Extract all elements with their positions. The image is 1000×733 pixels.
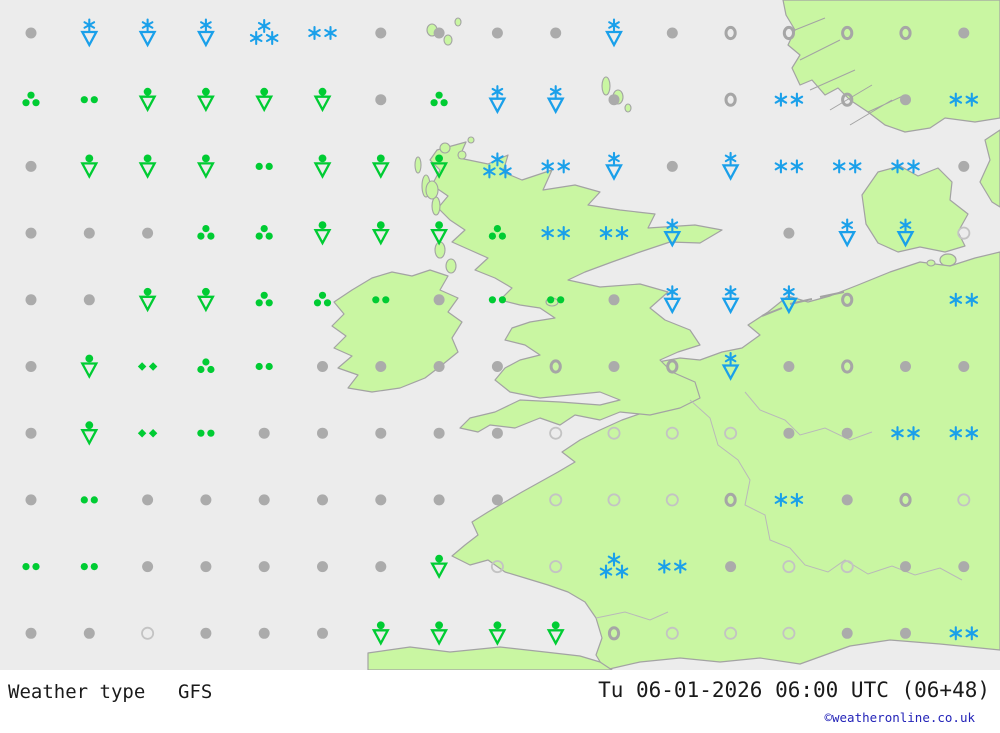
cloudy-dot-symbol (842, 428, 853, 439)
cloudy-dot-symbol (84, 628, 95, 639)
cloudy-dot-symbol (259, 494, 270, 505)
cloudy-dot-symbol (142, 228, 153, 239)
cloudy-dot-symbol (667, 161, 678, 172)
cloudy-dot-symbol (842, 494, 853, 505)
cloudy-dot-symbol (200, 494, 211, 505)
cloudy-dot-symbol (958, 561, 969, 572)
cloudy-dot-symbol (667, 28, 678, 39)
cloudy-dot-symbol (375, 428, 386, 439)
cloudy-dot-symbol (26, 361, 37, 372)
cloudy-dot-symbol (26, 628, 37, 639)
cloudy-dot-symbol (492, 428, 503, 439)
cloudy-dot-symbol (492, 494, 503, 505)
cloudy-dot-symbol (26, 161, 37, 172)
cloudy-dot-symbol (317, 428, 328, 439)
cloudy-dot-symbol (492, 361, 503, 372)
cloudy-dot-symbol (783, 428, 794, 439)
cloudy-dot-symbol (317, 494, 328, 505)
cloudy-dot-symbol (434, 494, 445, 505)
cloudy-dot-symbol (375, 561, 386, 572)
cloudy-dot-symbol (958, 28, 969, 39)
cloudy-dot-symbol (317, 628, 328, 639)
cloudy-dot-symbol (492, 28, 503, 39)
cloudy-dot-symbol (26, 494, 37, 505)
cloudy-dot-symbol (434, 361, 445, 372)
cloudy-dot-symbol (26, 428, 37, 439)
cloudy-dot-symbol (375, 94, 386, 105)
weather-map-page: Weather type GFS Tu 06-01-2026 06:00 UTC… (0, 0, 1000, 733)
cloudy-dot-symbol (434, 28, 445, 39)
cloudy-dot-symbol (900, 561, 911, 572)
cloudy-dot-symbol (609, 361, 620, 372)
cloudy-dot-symbol (200, 561, 211, 572)
cloudy-dot-symbol (958, 161, 969, 172)
cloudy-dot-symbol (900, 94, 911, 105)
cloudy-dot-symbol (200, 628, 211, 639)
cloudy-dot-symbol (26, 294, 37, 305)
cloudy-dot-symbol (375, 28, 386, 39)
cloudy-dot-symbol (900, 628, 911, 639)
cloudy-dot-symbol (142, 494, 153, 505)
cloudy-dot-symbol (84, 294, 95, 305)
cloudy-dot-symbol (259, 428, 270, 439)
cloudy-dot-symbol (259, 561, 270, 572)
map-area (0, 0, 1000, 670)
cloudy-dot-symbol (375, 494, 386, 505)
cloudy-dot-symbol (26, 28, 37, 39)
cloudy-dot-symbol (142, 561, 153, 572)
cloudy-dot-symbol (842, 628, 853, 639)
cloudy-dot-symbol (317, 561, 328, 572)
cloudy-dot-symbol (434, 428, 445, 439)
cloudy-dot-symbol (26, 228, 37, 239)
model-label: GFS (178, 681, 212, 703)
caption-line: Weather type GFS Tu 06-01-2026 06:00 UTC… (0, 678, 1000, 704)
cloudy-dot-symbol (609, 294, 620, 305)
cloudy-dot-symbol (900, 361, 911, 372)
cloudy-dot-symbol (725, 561, 736, 572)
cloudy-dot-symbol (259, 628, 270, 639)
cloudy-dot-symbol (609, 94, 620, 105)
datetime-label: Tu 06-01-2026 06:00 UTC (06+48) (598, 678, 990, 702)
cloudy-dot-symbol (783, 361, 794, 372)
cloudy-dot-symbol (375, 361, 386, 372)
cloudy-dot-symbol (84, 228, 95, 239)
weather-map (0, 0, 1000, 670)
cloudy-dot-symbol (317, 361, 328, 372)
caption-bar: Weather type GFS Tu 06-01-2026 06:00 UTC… (0, 670, 1000, 733)
copyright-link[interactable]: ©weatheronline.co.uk (824, 710, 975, 725)
cloudy-dot-symbol (783, 228, 794, 239)
cloudy-dot-symbol (958, 361, 969, 372)
cloudy-dot-symbol (434, 294, 445, 305)
weather-type-label: Weather type (8, 681, 145, 703)
cloudy-dot-symbol (550, 28, 561, 39)
